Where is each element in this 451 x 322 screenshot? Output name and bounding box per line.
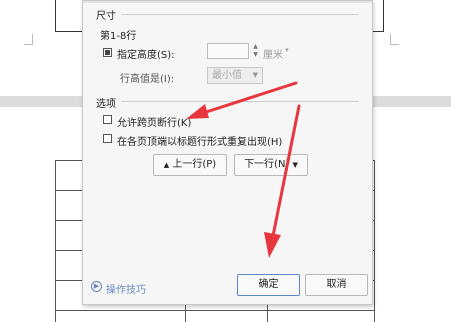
arrow-to-ok-button bbox=[264, 104, 301, 258]
arrow-to-allow-row-break bbox=[186, 81, 298, 119]
annotation-arrows bbox=[186, 81, 301, 258]
